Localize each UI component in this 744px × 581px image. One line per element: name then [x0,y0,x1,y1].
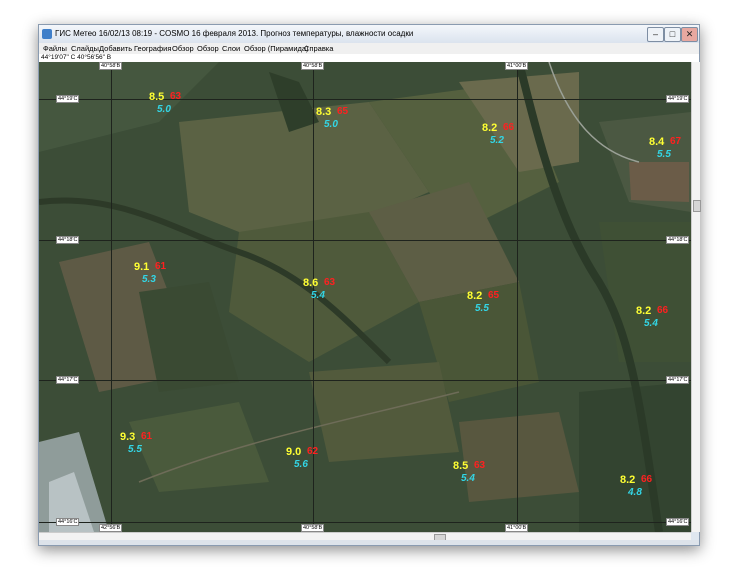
title-bar: ГИС Метео 16/02/13 08:19 - COSMO 16 февр… [39,25,699,44]
menu-view[interactable]: Обзор [172,44,194,53]
lat-label-left: 44°19'С [56,95,80,103]
grid-line-lon [111,62,112,532]
temperature-value: 8.3 [316,106,332,118]
menu-add[interactable]: Добавить [99,44,132,53]
temperature-value: 8.6 [303,277,319,289]
grid-line-lon [517,62,518,532]
lon-label-top: 41°00'В [505,62,529,70]
lat-label-right: 44°17'С [666,376,690,384]
status-bar [39,540,699,545]
lat-label-left: 44°17'С [56,376,80,384]
temperature-value: 8.4 [649,136,665,148]
humidity-value: 66 [503,122,515,133]
humidity-value: 61 [155,261,167,272]
lat-label-right: 44°18'С [666,236,690,244]
app-icon [42,29,52,39]
temperature-value: 8.5 [453,460,469,472]
window-title: ГИС Метео 16/02/13 08:19 - COSMO 16 февр… [55,29,414,38]
menu-geography[interactable]: География [134,44,171,53]
precipitation-value: 5.5 [128,444,142,455]
close-button[interactable]: ✕ [681,27,698,42]
app-window: ГИС Метео 16/02/13 08:19 - COSMO 16 февр… [38,24,701,546]
vertical-scroll-thumb[interactable] [693,200,701,212]
lon-label-top: 40°58'В [301,62,325,70]
lon-label-top: 40°58'В [99,62,123,70]
temperature-value: 8.2 [467,290,483,302]
temperature-value: 9.1 [134,261,150,273]
precipitation-value: 5.6 [294,459,308,470]
grid-line-lat [39,522,691,523]
temperature-value: 8.2 [482,122,498,134]
precipitation-value: 5.5 [657,149,671,160]
map-imagery [39,62,691,532]
vertical-scrollbar[interactable] [691,62,701,532]
minimize-button[interactable]: – [647,27,664,42]
cursor-coordinates: 44°19'07" С 40°56'56" В [41,54,112,61]
temperature-value: 9.0 [286,446,302,458]
precipitation-value: 5.4 [311,290,325,301]
temperature-value: 8.2 [620,474,636,486]
precipitation-value: 5.5 [475,303,489,314]
lat-label-right: 44°16'С [666,518,690,526]
humidity-value: 63 [324,277,336,288]
lat-label-left: 44°16'С [56,518,80,526]
precipitation-value: 5.4 [644,318,658,329]
precipitation-value: 5.4 [461,473,475,484]
humidity-value: 67 [670,136,682,147]
humidity-value: 63 [170,91,182,102]
temperature-value: 8.5 [149,91,165,103]
precipitation-value: 5.2 [490,135,504,146]
humidity-value: 66 [657,305,669,316]
menu-layers[interactable]: Слои [222,44,240,53]
precipitation-value: 5.0 [324,119,338,130]
precipitation-value: 4.8 [628,487,642,498]
lon-label-bottom: 41°00'В [505,524,529,532]
humidity-value: 61 [141,431,153,442]
satellite-map[interactable]: 44°19'С 44°18'С 44°17'С 44°16'С 44°19'С … [39,62,691,532]
lat-label-left: 44°18'С [56,236,80,244]
menu-view-2[interactable]: Обзор [197,44,219,53]
humidity-value: 66 [641,474,653,485]
coordinate-bar: 44°19'07" С 40°56'56" В [39,54,699,62]
humidity-value: 65 [488,290,500,301]
grid-line-lat [39,99,691,100]
temperature-value: 9.3 [120,431,136,443]
lat-label-right: 44°19'С [666,95,690,103]
precipitation-value: 5.3 [142,274,156,285]
humidity-value: 63 [474,460,486,471]
menu-bar: Файлы Слайды Добавить География Обзор Об… [39,43,699,54]
precipitation-value: 5.0 [157,104,171,115]
lon-label-bottom: 40°58'В [301,524,325,532]
grid-line-lat [39,240,691,241]
grid-line-lat [39,380,691,381]
menu-view-pyramid[interactable]: Обзор (Пирамида) [244,44,309,53]
humidity-value: 62 [307,446,319,457]
menu-files[interactable]: Файлы [43,44,67,53]
temperature-value: 8.2 [636,305,652,317]
menu-slides[interactable]: Слайды [71,44,99,53]
humidity-value: 65 [337,106,349,117]
lon-label-bottom: 42°56'В [99,524,123,532]
menu-help[interactable]: Справка [304,44,333,53]
maximize-button[interactable]: □ [664,27,681,42]
